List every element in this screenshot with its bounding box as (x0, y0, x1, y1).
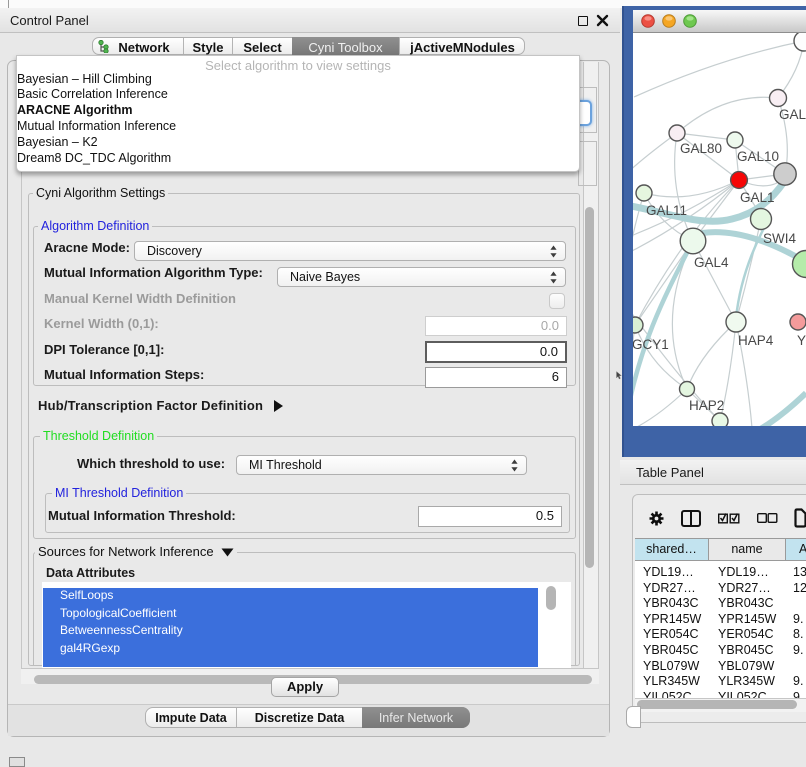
svg-text:GAL: GAL (779, 107, 806, 122)
svg-text:GAL11: GAL11 (646, 203, 687, 218)
svg-text:HAP4: HAP4 (738, 333, 774, 348)
svg-text:Y: Y (797, 333, 806, 348)
svg-text:GAL1: GAL1 (740, 190, 775, 205)
svg-text:GAL10: GAL10 (737, 149, 779, 164)
svg-text:GAL80: GAL80 (680, 141, 722, 156)
svg-text:GAL4: GAL4 (694, 255, 729, 270)
svg-text:SWI4: SWI4 (763, 231, 796, 246)
svg-text:GCY1: GCY1 (633, 337, 669, 352)
svg-text:HAP2: HAP2 (689, 398, 724, 413)
